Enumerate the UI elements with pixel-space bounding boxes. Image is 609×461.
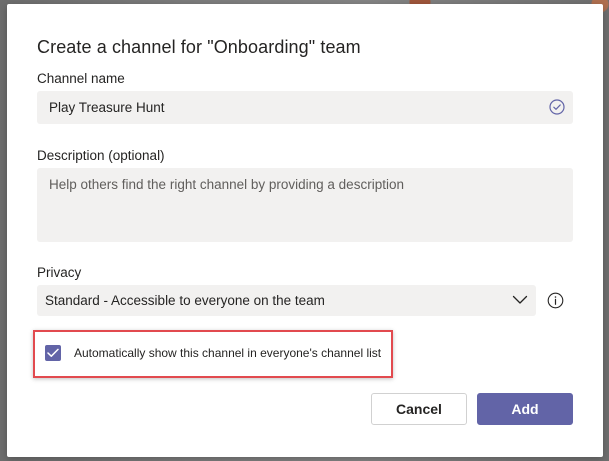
privacy-selected-value: Standard - Accessible to everyone on the… [45, 293, 325, 308]
check-circle-icon [549, 99, 565, 115]
description-label: Description (optional) [37, 148, 165, 163]
channel-name-input[interactable]: Play Treasure Hunt [37, 91, 573, 124]
description-textarea[interactable]: Help others find the right channel by pr… [37, 168, 573, 242]
auto-show-checkbox[interactable] [45, 345, 61, 361]
privacy-dropdown[interactable]: Standard - Accessible to everyone on the… [37, 285, 536, 316]
cancel-button[interactable]: Cancel [371, 393, 467, 425]
create-channel-dialog: Create a channel for "Onboarding" team C… [7, 4, 603, 457]
description-placeholder: Help others find the right channel by pr… [49, 177, 404, 192]
checkmark-icon [47, 348, 59, 357]
channel-name-value: Play Treasure Hunt [49, 100, 165, 115]
add-button[interactable]: Add [477, 393, 573, 425]
auto-show-label: Automatically show this channel in every… [74, 346, 382, 360]
info-icon[interactable] [547, 292, 564, 309]
channel-name-label: Channel name [37, 71, 125, 86]
privacy-label: Privacy [37, 265, 82, 280]
chevron-down-icon [512, 295, 528, 304]
dialog-title: Create a channel for "Onboarding" team [37, 37, 361, 57]
